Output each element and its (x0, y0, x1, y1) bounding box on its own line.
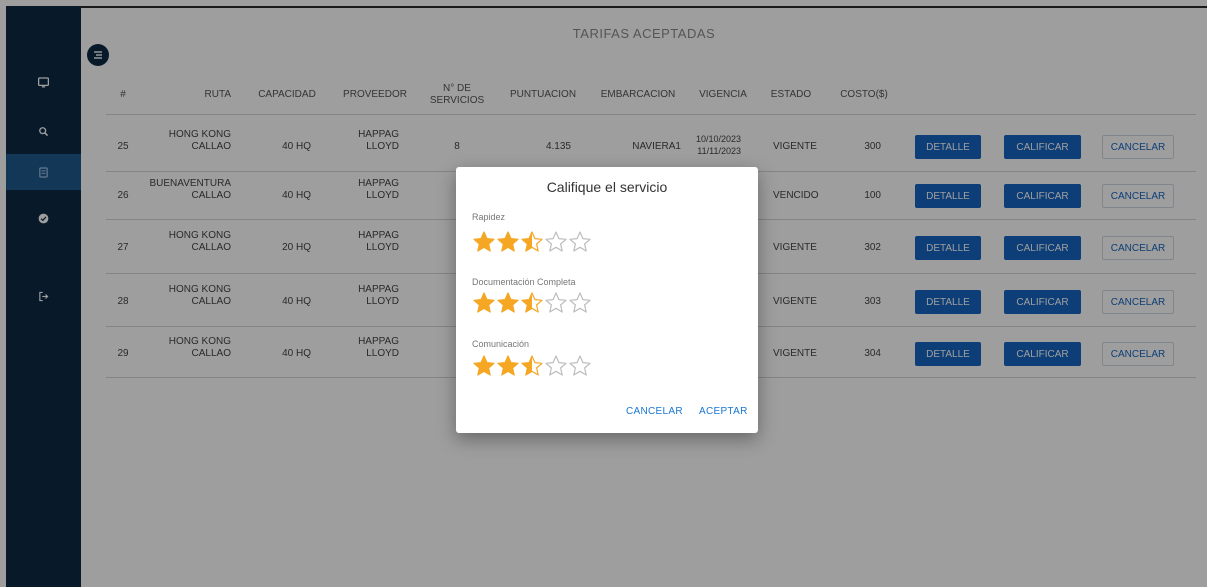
star-full-icon[interactable] (472, 354, 496, 378)
star-full-icon[interactable] (496, 291, 520, 315)
star-full-icon[interactable] (496, 354, 520, 378)
criterion-label-rapidez: Rapidez (472, 212, 506, 222)
star-rating-documentacion[interactable] (472, 291, 592, 317)
star-full-icon[interactable] (496, 230, 520, 254)
star-full-icon[interactable] (472, 291, 496, 315)
star-full-icon[interactable] (472, 230, 496, 254)
star-empty-icon[interactable] (568, 354, 592, 378)
dialog-title: Califique el servicio (546, 179, 668, 195)
star-half-icon[interactable] (520, 354, 544, 378)
criterion-label-documentacion: Documentación Completa (472, 277, 576, 287)
star-half-icon[interactable] (520, 291, 544, 315)
star-empty-icon[interactable] (544, 291, 568, 315)
dialog-accept-button[interactable]: ACEPTAR (699, 406, 748, 417)
star-empty-icon[interactable] (568, 291, 592, 315)
star-empty-icon[interactable] (544, 354, 568, 378)
star-empty-icon[interactable] (568, 230, 592, 254)
star-rating-rapidez[interactable] (472, 230, 592, 256)
dialog-cancel-button[interactable]: CANCELAR (626, 406, 683, 417)
criterion-label-comunicacion: Comunicación (472, 339, 530, 349)
star-empty-icon[interactable] (544, 230, 568, 254)
star-half-icon[interactable] (520, 230, 544, 254)
star-rating-comunicacion[interactable] (472, 354, 592, 380)
rating-dialog: Califique el servicio Rapidez Documentac… (456, 167, 758, 433)
